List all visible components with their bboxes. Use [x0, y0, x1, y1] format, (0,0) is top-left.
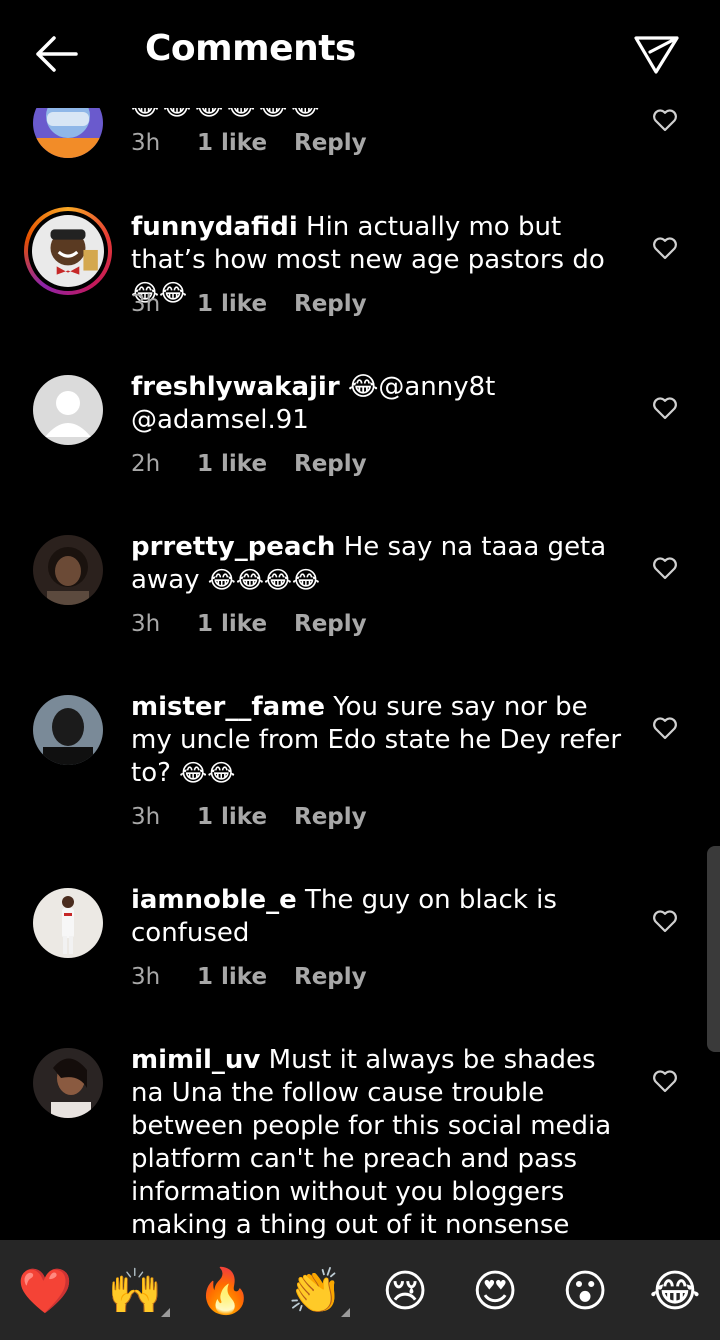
comments-list[interactable]: 😂😂😂😂😂😂 3h 1 like Reply [0, 0, 720, 1240]
reply-button[interactable]: Reply [294, 611, 367, 637]
scrollbar-handle[interactable] [707, 846, 720, 1052]
comment-time: 3h [131, 964, 161, 990]
reaction-heart-button[interactable]: ❤️ [17, 1264, 73, 1320]
comment-item: mimil_uv Must it always be shades na Una… [0, 1033, 720, 1240]
send-icon[interactable] [630, 30, 682, 78]
avatar[interactable] [33, 695, 103, 765]
avatar[interactable] [33, 888, 103, 958]
comment-item: funnydafidi Hin actually mo but that’s h… [0, 200, 720, 340]
avatar-image [33, 535, 103, 605]
reply-button[interactable]: Reply [294, 130, 367, 156]
comment-text: freshlywakajir 😂@anny8t @adamsel.91 [131, 371, 631, 437]
reply-button[interactable]: Reply [294, 291, 367, 317]
skin-tone-indicator-icon [341, 1308, 350, 1317]
reply-button[interactable]: Reply [294, 451, 367, 477]
comment-likes[interactable]: 1 like [197, 804, 267, 830]
reaction-heart-eyes-button[interactable]: 😍 [467, 1264, 523, 1320]
comment-username[interactable]: funnydafidi [131, 212, 298, 242]
comment-username[interactable]: mimil_uv [131, 1045, 260, 1075]
comment-username[interactable]: freshlywakajir [131, 372, 340, 402]
comment-time: 3h [131, 291, 161, 317]
heart-outline-icon[interactable] [652, 1069, 678, 1093]
heart-outline-icon[interactable] [652, 909, 678, 933]
comment-text: iamnoble_e The guy on black is confused [131, 884, 631, 950]
avatar[interactable] [33, 535, 103, 605]
reaction-fire-button[interactable]: 🔥 [197, 1264, 253, 1320]
reply-button[interactable]: Reply [294, 964, 367, 990]
comment-item: mister__fame You sure say nor be my uncl… [0, 680, 720, 850]
reaction-crying-button[interactable]: 😢 [377, 1264, 433, 1320]
avatar-image [32, 215, 104, 287]
reply-button[interactable]: Reply [294, 804, 367, 830]
reaction-raised-hands-button[interactable]: 🙌 [107, 1264, 163, 1320]
quick-reaction-bar: ❤️ 🙌 🔥 👏 😢 😍 😮 😂 [0, 1240, 720, 1340]
comment-likes[interactable]: 1 like [197, 451, 267, 477]
comment-time: 3h [131, 611, 161, 637]
comment-item: iamnoble_e The guy on black is confused … [0, 873, 720, 1013]
comment-likes[interactable]: 1 like [197, 611, 267, 637]
heart-outline-icon[interactable] [652, 716, 678, 740]
back-arrow-icon[interactable] [30, 30, 82, 78]
avatar-image [33, 695, 103, 765]
comment-likes[interactable]: 1 like [197, 964, 267, 990]
heart-outline-icon[interactable] [652, 556, 678, 580]
comment-time: 2h [131, 451, 161, 477]
comment-time: 3h [131, 804, 161, 830]
reaction-clapping-button[interactable]: 👏 [287, 1264, 343, 1320]
comment-item: freshlywakajir 😂@anny8t @adamsel.91 2h 1… [0, 360, 720, 500]
reaction-surprised-button[interactable]: 😮 [557, 1264, 613, 1320]
heart-outline-icon[interactable] [652, 108, 678, 132]
comment-likes[interactable]: 1 like [197, 291, 267, 317]
comment-text: prretty_peach He say na taaa geta away 😂… [131, 531, 631, 597]
comment-text: mimil_uv Must it always be shades na Una… [131, 1044, 631, 1240]
reaction-laughing-button[interactable]: 😂 [647, 1264, 703, 1320]
avatar-image [33, 888, 103, 958]
page-title: Comments [145, 28, 356, 69]
comment-item: prretty_peach He say na taaa geta away 😂… [0, 520, 720, 660]
heart-outline-icon[interactable] [652, 396, 678, 420]
avatar-image [33, 1048, 103, 1118]
avatar-story-ring[interactable] [24, 207, 112, 295]
avatar[interactable] [33, 375, 103, 445]
comment-time: 3h [131, 130, 161, 156]
skin-tone-indicator-icon [161, 1308, 170, 1317]
top-bar: Comments [0, 0, 720, 108]
comment-emojis: 😂😂😂😂 [207, 566, 320, 594]
comment-username[interactable]: mister__fame [131, 692, 325, 722]
heart-outline-icon[interactable] [652, 236, 678, 260]
comment-likes[interactable]: 1 like [197, 130, 267, 156]
default-avatar-icon [33, 375, 103, 445]
comment-username[interactable]: prretty_peach [131, 532, 335, 562]
comment-text: mister__fame You sure say nor be my uncl… [131, 691, 631, 790]
comment-emojis: 😂😂 [179, 759, 236, 787]
comment-username[interactable]: iamnoble_e [131, 885, 297, 915]
avatar[interactable] [33, 1048, 103, 1118]
